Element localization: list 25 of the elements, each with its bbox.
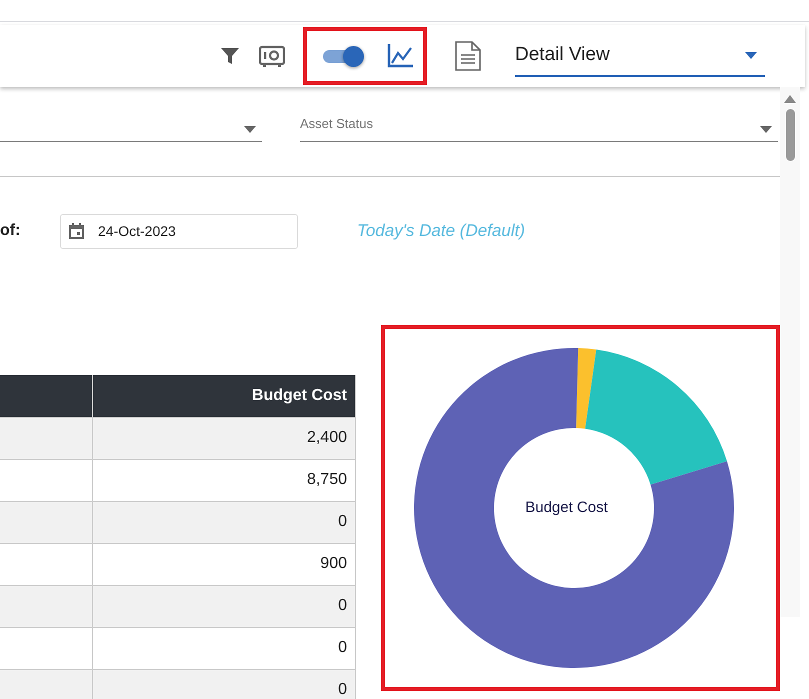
view-select[interactable]: Detail View	[515, 35, 765, 77]
table-cell: 900	[92, 543, 356, 585]
table-cell: 0	[92, 669, 356, 699]
table-cell: 0	[92, 501, 356, 543]
line-chart-icon[interactable]	[387, 44, 413, 68]
calendar-icon[interactable]	[69, 223, 84, 239]
chart-toggle[interactable]	[321, 46, 365, 66]
caret-icon	[244, 126, 256, 133]
caret-icon	[760, 126, 772, 133]
date-field[interactable]: 24-Oct-2023	[60, 214, 298, 248]
table-cell: 0	[92, 585, 356, 627]
dropdown-field[interactable]: Asset Status	[300, 109, 778, 142]
scroll-up-icon[interactable]	[784, 95, 796, 103]
table-cell: 8,750	[92, 459, 356, 501]
as-of-label: of:	[0, 221, 22, 241]
document-icon[interactable]	[455, 41, 481, 71]
scrollbar-thumb[interactable]	[786, 109, 794, 161]
filter-icon[interactable]	[221, 47, 239, 65]
column-header: Budget Cost	[92, 375, 356, 417]
caret-icon	[745, 52, 757, 58]
safe-icon[interactable]	[259, 45, 285, 67]
table-cell: 0	[92, 627, 356, 669]
chart-center-label: Budget Cost	[525, 498, 608, 518]
default-date-hint: Today's Date (Default)	[357, 220, 525, 242]
table-cell: 2,400	[92, 417, 356, 459]
